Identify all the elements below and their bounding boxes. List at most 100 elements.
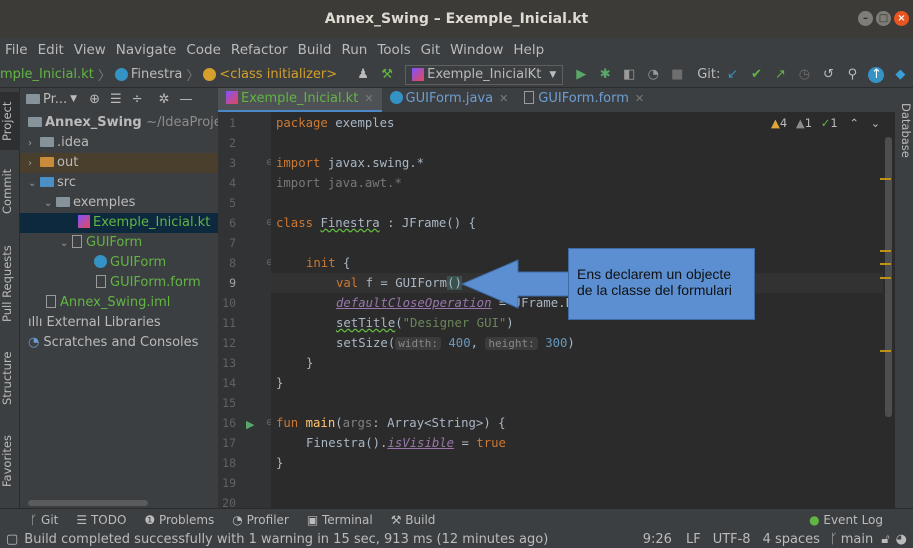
status-line-separator[interactable]: LF (686, 532, 701, 547)
history-icon[interactable]: ◷ (796, 67, 812, 83)
breadcrumb-member[interactable]: <class initializer> (219, 67, 337, 82)
chevron-right-icon[interactable]: › (28, 154, 40, 174)
tree-item-external-libraries[interactable]: ıllı External Libraries (20, 313, 218, 333)
close-tab-icon[interactable]: ✕ (499, 92, 508, 105)
tool-terminal[interactable]: ▣ Terminal (307, 513, 373, 527)
tool-tab-commit[interactable]: Commit (0, 166, 20, 216)
menu-tools[interactable]: Tools (372, 42, 415, 58)
warning-marker[interactable] (880, 277, 891, 279)
tab-guiform-java[interactable]: GUIForm.java ✕ (382, 88, 517, 112)
close-icon[interactable]: × (894, 11, 909, 26)
hide-icon[interactable]: — (179, 92, 192, 107)
run-gutter-icon[interactable]: ▶ (246, 418, 254, 431)
tool-tab-favorites[interactable]: Favorites (0, 428, 20, 494)
git-update-icon[interactable]: ↙ (724, 67, 740, 83)
project-panel-title[interactable]: Pr... (43, 92, 67, 107)
tree-item-guiform-form[interactable]: GUIForm.form (20, 273, 218, 293)
warning-marker[interactable] (880, 178, 891, 180)
chevron-down-icon[interactable]: ▼ (70, 94, 77, 104)
chevron-down-icon[interactable]: ⌄ (28, 174, 40, 194)
status-message[interactable]: Build completed successfully with 1 warn… (24, 532, 548, 547)
menu-build[interactable]: Build (293, 42, 337, 58)
menu-help[interactable]: Help (508, 42, 549, 58)
editor-scrollbar[interactable] (880, 112, 895, 508)
tool-profiler[interactable]: ◔ Profiler (232, 513, 289, 527)
status-toggle-icon[interactable]: ▢ (6, 532, 18, 547)
class-icon (389, 91, 403, 104)
close-tab-icon[interactable]: ✕ (635, 92, 644, 105)
tool-git[interactable]: ᚴ Git (30, 513, 58, 527)
maximize-icon[interactable]: □ (876, 11, 891, 26)
project-panel-header: Pr... ▼ ⊕ ☰ ÷ ✲ — (20, 88, 218, 110)
chevron-down-icon[interactable]: ⌄ (60, 234, 72, 254)
class-icon (114, 68, 128, 81)
coverage-icon[interactable]: ◧ (621, 67, 637, 83)
git-push-icon[interactable]: ↗ (772, 67, 788, 83)
gear-icon[interactable]: ✲ (159, 92, 170, 107)
run-configuration-select[interactable]: Exemple_InicialKt ▼ (405, 64, 564, 85)
horizontal-scrollbar[interactable] (28, 500, 148, 506)
build-hammer-icon[interactable]: ⚒ (379, 67, 395, 83)
inspection-widget[interactable]: ▲4 ▲1 ✓1 ⌃ ⌄ (771, 116, 880, 130)
tree-item-exemples[interactable]: ⌄ exemples (20, 193, 218, 213)
stop-icon[interactable]: ■ (669, 67, 685, 83)
status-branch[interactable]: main (841, 532, 873, 547)
tool-tab-database[interactable]: Database (895, 94, 913, 166)
menu-refactor[interactable]: Refactor (226, 42, 293, 58)
tool-event-log[interactable]: ● Event Log (809, 513, 883, 527)
lock-icon[interactable]: 🔓︎ (881, 532, 889, 547)
tool-build[interactable]: ⚒ Build (391, 513, 436, 527)
tree-item-exemple-inicial[interactable]: Exemple_Inicial.kt (20, 213, 218, 233)
tree-item-root[interactable]: Annex_Swing ~/IdeaProjec (20, 113, 229, 133)
collapse-all-icon[interactable]: ÷ (132, 92, 143, 107)
menu-code[interactable]: Code (181, 42, 226, 58)
run-icon[interactable]: ▶ (573, 67, 589, 83)
menu-git[interactable]: Git (416, 42, 446, 58)
breadcrumb-class[interactable]: Finestra (131, 67, 183, 82)
status-indent[interactable]: 4 spaces (763, 532, 820, 547)
chevron-down-icon[interactable]: ⌄ (44, 194, 56, 214)
chevron-up-icon[interactable]: ⌃ (849, 116, 859, 130)
profile-icon[interactable]: ◔ (645, 67, 661, 83)
tree-item-scratches[interactable]: ◔ Scratches and Consoles (20, 333, 218, 353)
tool-tab-project[interactable]: Project (0, 92, 20, 150)
warning-marker[interactable] (880, 350, 891, 352)
debug-icon[interactable]: ✱ (597, 67, 613, 83)
menu-edit[interactable]: Edit (33, 42, 69, 58)
status-position[interactable]: 9:26 (643, 532, 672, 547)
warning-marker[interactable] (880, 250, 891, 252)
git-commit-icon[interactable]: ✔ (748, 67, 764, 83)
tree-item-guiform-group[interactable]: ⌄ GUIForm (20, 233, 218, 253)
menu-window[interactable]: Window (445, 42, 508, 58)
menu-file[interactable]: File (0, 42, 33, 58)
menu-view[interactable]: View (69, 42, 111, 58)
status-encoding[interactable]: UTF-8 (713, 532, 751, 547)
tool-tab-structure[interactable]: Structure (0, 344, 20, 412)
update-icon[interactable]: ↑ (868, 66, 885, 83)
tool-todo[interactable]: ☰ TODO (76, 513, 126, 527)
chevron-right-icon[interactable]: › (28, 134, 40, 154)
rollback-icon[interactable]: ↺ (820, 67, 836, 83)
close-tab-icon[interactable]: ✕ (364, 92, 373, 105)
tab-guiform-form[interactable]: GUIForm.form ✕ (516, 88, 652, 112)
warning-marker[interactable] (880, 263, 891, 265)
jetbrains-toolbox-icon[interactable]: ◆ (892, 67, 908, 83)
breadcrumb-file[interactable]: mple_Inicial.kt (0, 67, 94, 82)
tree-item-out[interactable]: › out (20, 153, 218, 173)
tool-problems[interactable]: ❶ Problems (144, 513, 214, 527)
minimize-icon[interactable]: – (858, 11, 873, 26)
tree-item-src[interactable]: ⌄ src (20, 173, 218, 193)
inspector-icon[interactable]: ◕ (896, 532, 907, 547)
tree-item-idea[interactable]: › .idea (20, 133, 218, 153)
menu-navigate[interactable]: Navigate (111, 42, 182, 58)
user-icon[interactable]: ♟ (355, 67, 371, 83)
expand-all-icon[interactable]: ☰ (110, 92, 122, 107)
tab-exemple-inicial[interactable]: Exemple_Inicial.kt ✕ (218, 88, 382, 112)
tree-item-iml[interactable]: Annex_Swing.iml (20, 293, 218, 313)
crosshair-icon[interactable]: ⊕ (89, 92, 100, 107)
tree-item-guiform-class[interactable]: GUIForm (20, 253, 218, 273)
menu-run[interactable]: Run (336, 42, 372, 58)
chevron-down-icon[interactable]: ⌄ (871, 116, 881, 130)
tool-tab-pull-requests[interactable]: Pull Requests (0, 238, 20, 330)
search-icon[interactable]: ⚲ (844, 67, 860, 83)
